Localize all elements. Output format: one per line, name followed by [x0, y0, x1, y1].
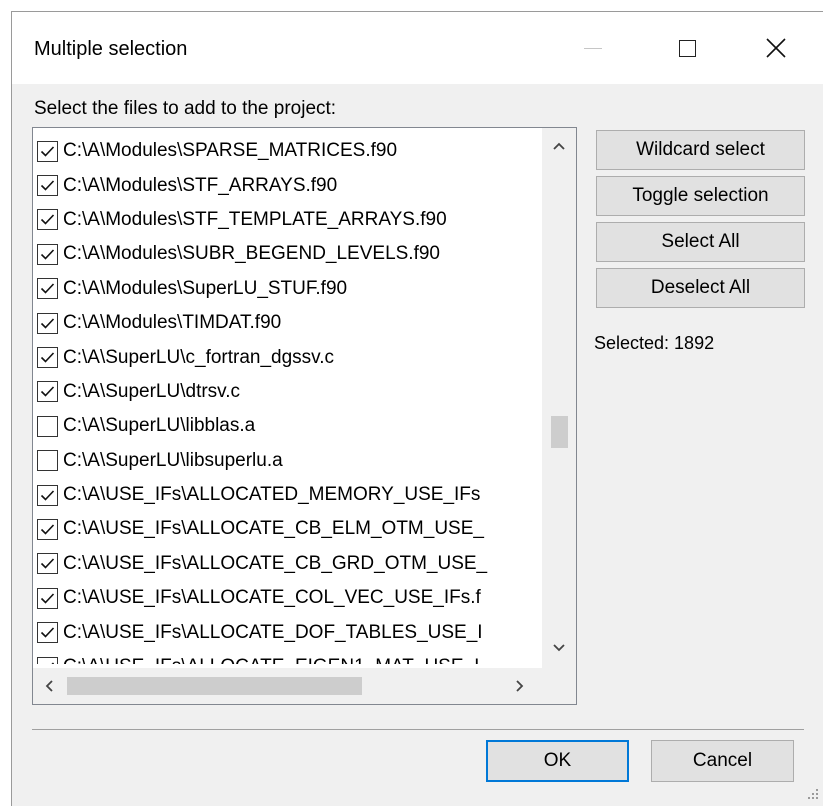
file-list-item[interactable]: C:\A\SuperLU\libsuperlu.a — [33, 444, 541, 478]
checked-checkbox[interactable] — [37, 312, 58, 334]
vertical-scrollbar[interactable] — [542, 128, 576, 668]
file-list-item[interactable]: C:\A\Modules\TIMDAT.f90 — [33, 306, 541, 340]
checked-checkbox[interactable] — [37, 347, 58, 369]
file-list-item[interactable]: C:\A\Modules\SPARSE_MATRICES.f90 — [33, 134, 541, 168]
file-path: C:\A\USE_IFs\ALLOCATE_CB_GRD_OTM_USE_ — [63, 552, 488, 574]
cancel-button[interactable]: Cancel — [651, 740, 794, 782]
file-path: C:\A\Modules\SuperLU_STUF.f90 — [63, 277, 348, 299]
file-list-item[interactable]: C:\A\USE_IFs\ALLOCATE_DOF_TABLES_USE_I — [33, 615, 541, 649]
file-path: C:\A\Modules\SPARSE_MATRICES.f90 — [63, 140, 398, 162]
file-list-item[interactable]: C:\A\Modules\STF_ARRAYS.f90 — [33, 168, 541, 202]
checkmark-icon — [40, 214, 55, 226]
file-path: C:\A\Modules\STF_ARRAYS.f90 — [63, 174, 338, 196]
file-list-item[interactable]: C:\A\USE_IFs\ALLOCATE_COL_VEC_USE_IFs.f — [33, 581, 541, 615]
close-icon[interactable] — [746, 12, 806, 84]
file-list-item[interactable]: C:\A\USE_IFs\ALLOCATE_EIGEN1_MAT_USE_I — [33, 650, 541, 664]
checkmark-icon — [40, 593, 55, 604]
file-list-item[interactable]: C:\A\Modules\SUBR_BEGEND_LEVELS.f90 — [33, 237, 541, 271]
checked-checkbox[interactable] — [37, 381, 58, 403]
resize-grip-icon[interactable] — [802, 785, 820, 803]
file-path: C:\A\Modules\SUBR_BEGEND_LEVELS.f90 — [63, 243, 441, 265]
horizontal-scrollbar[interactable] — [33, 668, 542, 704]
divider — [32, 729, 804, 730]
file-list-item[interactable]: C:\A\USE_IFs\ALLOCATED_MEMORY_USE_IFs — [33, 478, 541, 512]
file-list-item[interactable]: C:\A\Modules\STF_TEMPLATE_ARRAYS.f90 — [33, 203, 541, 237]
maximize-icon[interactable] — [657, 12, 717, 84]
checkmark-icon — [40, 318, 55, 329]
toggle-selection-button[interactable]: Toggle selection — [596, 176, 805, 216]
minimize-icon — [563, 12, 623, 84]
file-path: C:\A\Modules\TIMDAT.f90 — [63, 312, 282, 334]
ok-button[interactable]: OK — [486, 740, 629, 782]
checkmark-icon — [40, 146, 55, 157]
deselect-all-button[interactable]: Deselect All — [596, 268, 805, 308]
file-path: C:\A\SuperLU\c_fortran_dgssv.c — [63, 346, 335, 368]
file-path: C:\A\Modules\STF_TEMPLATE_ARRAYS.f90 — [63, 208, 447, 230]
title-bar: Multiple selection — [12, 12, 823, 84]
chevron-up-icon[interactable] — [547, 134, 571, 158]
instruction-label: Select the files to add to the project: — [34, 98, 337, 119]
file-path: C:\A\USE_IFs\ALLOCATE_EIGEN1_MAT_USE_I — [63, 656, 479, 664]
file-list-items: C:\A\Modules\SPARSE_MATRICES.f90 C:\A\Mod… — [33, 134, 541, 664]
unchecked-checkbox[interactable] — [37, 415, 58, 437]
file-list-item[interactable]: C:\A\SuperLU\libblas.a — [33, 409, 541, 443]
checkmark-icon — [40, 490, 55, 501]
file-path: C:\A\USE_IFs\ALLOCATED_MEMORY_USE_IFs — [63, 484, 481, 506]
file-list-item[interactable]: C:\A\USE_IFs\ALLOCATE_CB_GRD_OTM_USE_ — [33, 547, 541, 581]
checkmark-icon — [40, 283, 55, 294]
file-list-item[interactable]: C:\A\Modules\SuperLU_STUF.f90 — [33, 272, 541, 306]
file-path: C:\A\SuperLU\libsuperlu.a — [63, 449, 283, 471]
chevron-left-icon[interactable] — [37, 674, 61, 698]
checked-checkbox[interactable] — [37, 175, 58, 197]
checked-checkbox[interactable] — [37, 553, 58, 575]
wildcard-select-button[interactable]: Wildcard select — [596, 130, 805, 170]
chevron-down-icon[interactable] — [547, 636, 571, 660]
checkmark-icon — [40, 627, 55, 638]
file-path: C:\A\USE_IFs\ALLOCATE_DOF_TABLES_USE_I — [63, 621, 483, 643]
checkmark-icon — [40, 386, 55, 398]
select-all-button[interactable]: Select All — [596, 222, 805, 262]
file-path: C:\A\SuperLU\libblas.a — [63, 415, 256, 437]
file-path: C:\A\USE_IFs\ALLOCATE_CB_ELM_OTM_USE_ — [63, 518, 484, 540]
scrollbar-corner — [542, 668, 576, 704]
checked-checkbox[interactable] — [37, 587, 58, 609]
checked-checkbox[interactable] — [37, 278, 58, 300]
checkmark-icon — [40, 352, 55, 363]
file-path: C:\A\USE_IFs\ALLOCATE_COL_VEC_USE_IFs.f — [63, 587, 481, 609]
multiple-selection-dialog: Multiple selection Select the files to a… — [11, 11, 823, 806]
unchecked-checkbox[interactable] — [37, 450, 58, 472]
checkmark-icon — [51, 661, 55, 664]
file-list-item[interactable]: C:\A\SuperLU\dtrsv.c — [33, 375, 541, 409]
checked-checkbox[interactable] — [37, 243, 58, 265]
checkmark-icon — [40, 558, 55, 570]
checked-checkbox[interactable] — [37, 622, 58, 644]
vertical-scroll-thumb[interactable] — [551, 416, 568, 448]
checkmark-icon — [40, 180, 55, 191]
horizontal-scroll-thumb[interactable] — [67, 677, 362, 695]
checked-checkbox[interactable] — [37, 656, 58, 664]
chevron-right-icon[interactable] — [508, 674, 532, 698]
checked-checkbox[interactable] — [37, 209, 58, 231]
selected-count: Selected: 1892 — [594, 333, 715, 353]
file-list-item[interactable]: C:\A\SuperLU\c_fortran_dgssv.c — [33, 340, 541, 374]
checked-checkbox[interactable] — [37, 140, 58, 162]
file-path: C:\A\SuperLU\dtrsv.c — [63, 380, 241, 402]
checkmark-icon — [40, 249, 55, 260]
checked-checkbox[interactable] — [37, 518, 58, 540]
file-checklist[interactable]: C:\A\Modules\SPARSE_MATRICES.f90 C:\A\Mod… — [32, 127, 577, 705]
file-list-item[interactable]: C:\A\USE_IFs\ALLOCATE_CB_ELM_OTM_USE_ — [33, 512, 541, 546]
checked-checkbox[interactable] — [37, 484, 58, 506]
window-title: Multiple selection — [34, 38, 188, 60]
checkmark-icon — [40, 524, 55, 535]
